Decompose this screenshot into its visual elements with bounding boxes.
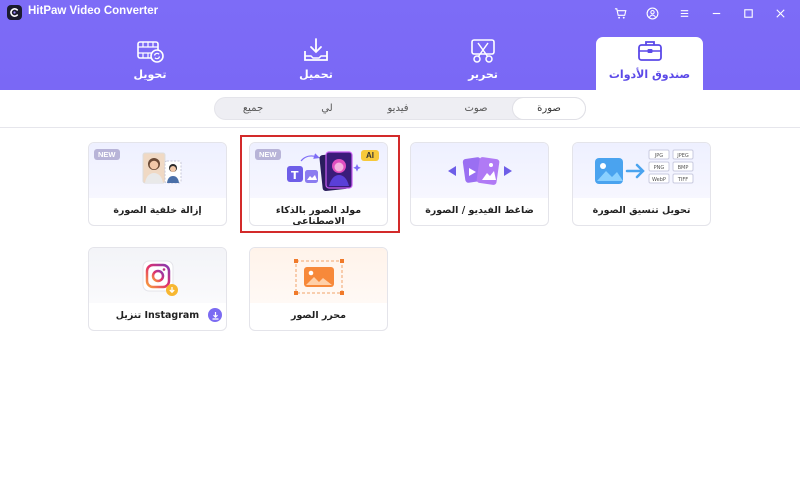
ai-badge: AI: [361, 150, 379, 161]
main-tabs: تحويل تحميل تحرير صندوق الأدوات: [0, 30, 800, 90]
tool-label: تحويل تنسيق الصورة: [592, 205, 691, 216]
tab-convert-label: تحويل: [133, 68, 167, 81]
tool-card-instagram-download[interactable]: تنزيل Instagram: [88, 247, 227, 331]
format-jpg: JPG: [653, 153, 662, 159]
tab-edit-label: تحرير: [468, 68, 498, 81]
format-webp: WebP: [652, 177, 666, 183]
new-badge: NEW: [94, 149, 120, 160]
header: HitPaw Video Converter تحويل تحميل تحرير…: [0, 0, 800, 90]
category-bar: جميع لي فيديو صوت صورة: [0, 90, 800, 128]
format-tiff: TIFF: [676, 177, 687, 183]
tab-download[interactable]: تحميل: [271, 37, 361, 90]
tab-toolbox-label: صندوق الأدوات: [608, 68, 691, 81]
tool-card-image-converter[interactable]: JPG JPEG PNG BMP WebP TIFF تحويل تنسيق ا…: [572, 142, 711, 226]
film-convert-icon: [135, 37, 165, 65]
image-format-convert-icon: JPG JPEG PNG BMP WebP TIFF: [573, 143, 710, 198]
scissors-edit-icon: [468, 37, 498, 65]
tool-card-background-removal[interactable]: NEW إزالة خلفية الصورة: [88, 142, 227, 226]
image-editor-icon: [250, 248, 387, 303]
tool-label: ضاغط الفيديو / الصورة: [425, 205, 534, 216]
tab-mine[interactable]: لي: [299, 98, 355, 119]
cart-icon[interactable]: [612, 5, 628, 21]
tool-label: تنزيل Instagram: [115, 310, 200, 321]
new-badge: NEW: [255, 149, 281, 160]
tab-toolbox[interactable]: صندوق الأدوات: [596, 37, 703, 90]
maximize-icon[interactable]: [740, 5, 756, 21]
tab-all[interactable]: جميع: [225, 98, 281, 119]
app-title: HitPaw Video Converter: [28, 5, 159, 17]
svg-text:T: T: [291, 169, 299, 182]
format-jpeg: JPEG: [676, 153, 689, 159]
format-bmp: BMP: [677, 165, 688, 171]
menu-icon[interactable]: [676, 5, 692, 21]
close-icon[interactable]: [772, 5, 788, 21]
tab-edit[interactable]: تحرير: [438, 37, 528, 90]
instagram-icon: [89, 248, 226, 303]
tab-image[interactable]: صورة: [513, 98, 585, 119]
category-tabs: جميع لي فيديو صوت صورة: [214, 97, 586, 120]
compress-icon: [411, 143, 548, 198]
tool-card-image-editor[interactable]: محرر الصور: [249, 247, 388, 331]
tab-download-label: تحميل: [299, 68, 333, 81]
tool-label: إزالة خلفية الصورة: [113, 205, 202, 216]
minimize-icon[interactable]: [708, 5, 724, 21]
user-icon[interactable]: [644, 5, 660, 21]
download-tray-icon: [301, 37, 331, 65]
app-logo-icon: [7, 5, 22, 20]
tab-video[interactable]: فيديو: [367, 98, 429, 119]
app-window: HitPaw Video Converter تحويل تحميل تحرير…: [0, 0, 800, 493]
download-tool-icon[interactable]: [208, 308, 222, 322]
tool-card-compressor[interactable]: ضاغط الفيديو / الصورة: [410, 142, 549, 226]
title-bar: HitPaw Video Converter: [0, 0, 800, 26]
tool-label: محرر الصور: [290, 310, 347, 321]
tab-convert[interactable]: تحويل: [105, 37, 195, 90]
tool-card-ai-image-generator[interactable]: T NEW AI مولد الصور بالذكاء الاصطناعي: [249, 142, 388, 226]
toolbox-icon: [635, 37, 665, 65]
tool-label: مولد الصور بالذكاء الاصطناعي: [275, 205, 362, 226]
format-png: PNG: [653, 165, 664, 171]
tab-audio[interactable]: صوت: [445, 98, 507, 119]
